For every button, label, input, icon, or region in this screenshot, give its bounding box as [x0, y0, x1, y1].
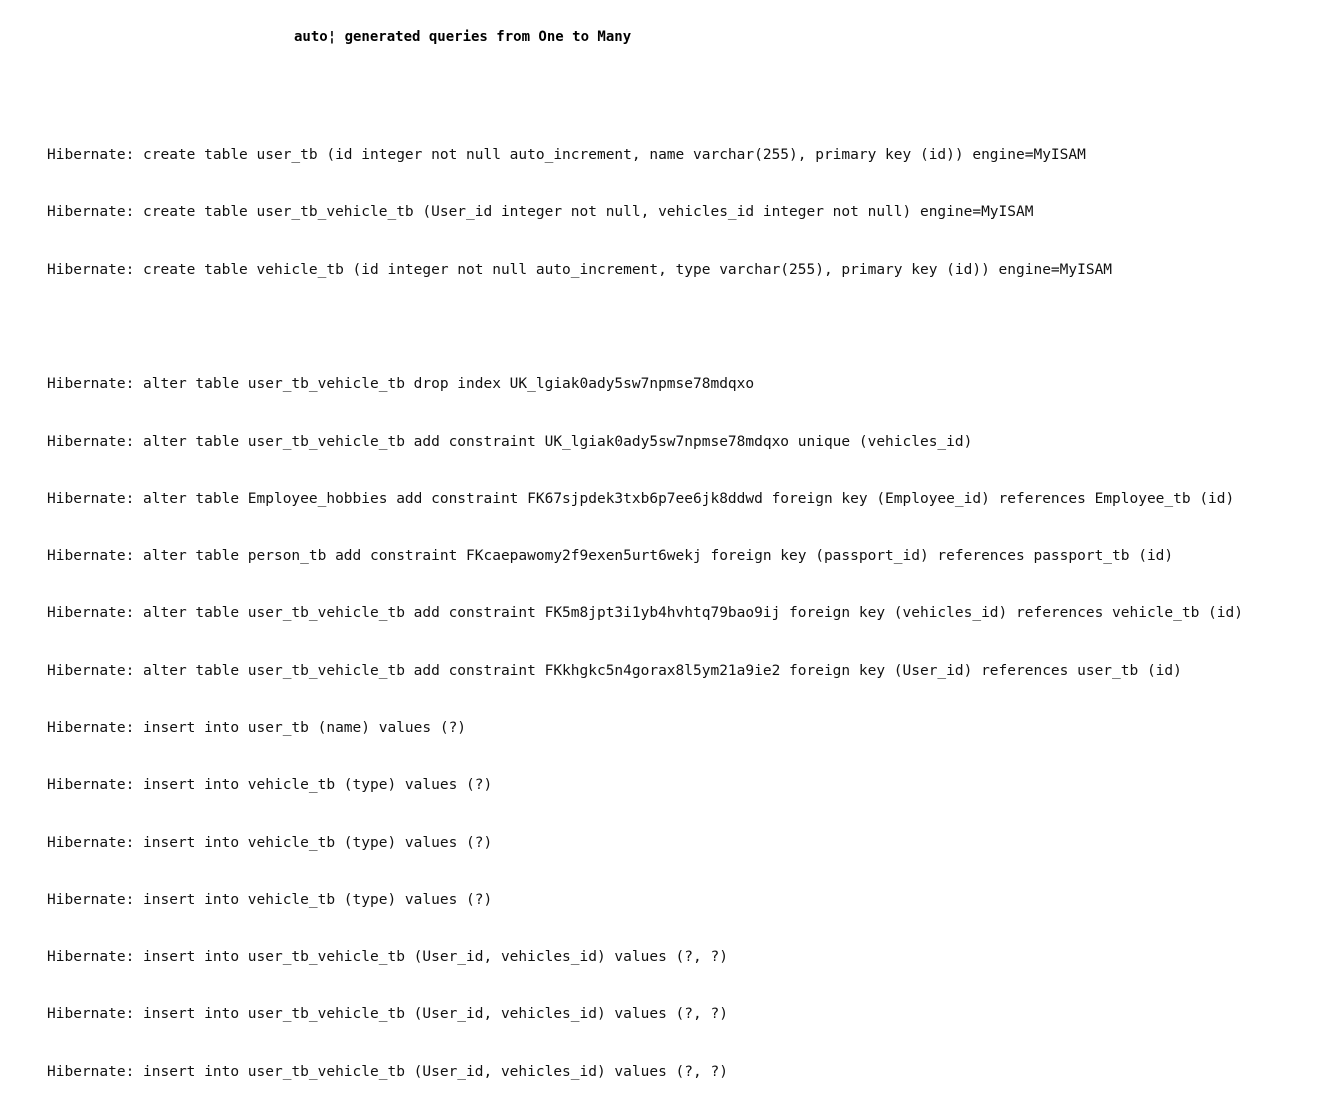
log-line-insert-join-2: Hibernate: insert into user_tb_vehicle_t…	[47, 1006, 728, 1023]
log-line-create-user-tb: Hibernate: create table user_tb (id inte…	[47, 147, 1086, 164]
log-line-insert-join-3: Hibernate: insert into user_tb_vehicle_t…	[47, 1063, 728, 1080]
log-line-fk-vehicles-id: Hibernate: alter table user_tb_vehicle_t…	[47, 605, 1243, 622]
log-line-fk-user-id: Hibernate: alter table user_tb_vehicle_t…	[47, 662, 1182, 679]
log-line-insert-vehicle-tb-2: Hibernate: insert into vehicle_tb (type)…	[47, 834, 493, 851]
log-line-insert-vehicle-tb-3: Hibernate: insert into vehicle_tb (type)…	[47, 891, 493, 908]
log-line-fk-employee-hobbies: Hibernate: alter table Employee_hobbies …	[47, 490, 1235, 507]
log-line-insert-join-1: Hibernate: insert into user_tb_vehicle_t…	[47, 949, 728, 966]
log-line-add-unique-constraint: Hibernate: alter table user_tb_vehicle_t…	[47, 433, 973, 450]
log-line-create-vehicle-tb: Hibernate: create table vehicle_tb (id i…	[47, 261, 1113, 278]
log-line-fk-person-tb: Hibernate: alter table person_tb add con…	[47, 548, 1174, 565]
hibernate-log: Hibernate: create table user_tb (id inte…	[47, 108, 1243, 1101]
page-title: auto¦ generated queries from One to Many	[294, 29, 632, 45]
log-line-insert-vehicle-tb-1: Hibernate: insert into vehicle_tb (type)…	[47, 777, 493, 794]
log-line-drop-index: Hibernate: alter table user_tb_vehicle_t…	[47, 376, 755, 393]
log-blank-line	[47, 318, 1243, 337]
log-line-create-user-tb-vehicle-tb: Hibernate: create table user_tb_vehicle_…	[47, 204, 1034, 221]
log-line-insert-user-tb: Hibernate: insert into user_tb (name) va…	[47, 720, 467, 736]
